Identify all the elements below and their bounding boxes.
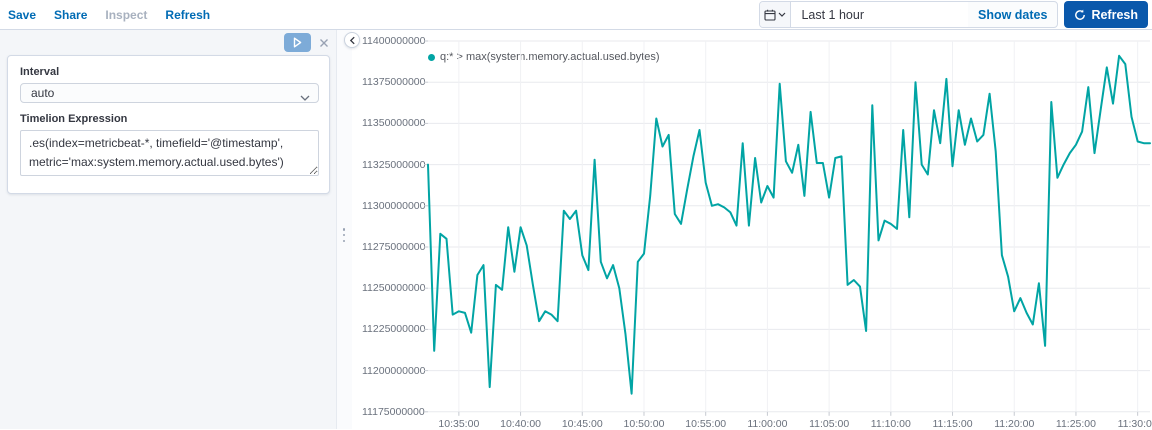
x-axis-tick-label: 11:15:00: [932, 417, 973, 430]
chevron-left-icon: [349, 36, 356, 45]
editor-card: Interval auto Timelion Expression .es(in…: [7, 55, 330, 194]
vertical-dots-icon: [342, 228, 346, 242]
timelion-chart-plot[interactable]: [352, 30, 1152, 429]
interval-select[interactable]: auto: [20, 83, 319, 103]
calendar-icon: [764, 9, 777, 21]
main-area: Interval auto Timelion Expression .es(in…: [0, 30, 1152, 430]
share-button[interactable]: Share: [54, 8, 87, 22]
editor-actions: [284, 33, 329, 52]
timelion-editor-panel: Interval auto Timelion Expression .es(in…: [0, 30, 337, 429]
interval-label: Interval: [20, 66, 60, 78]
expression-label: Timelion Expression: [20, 113, 128, 125]
x-axis-tick-label: 10:55:00: [685, 417, 727, 430]
x-icon: [319, 38, 329, 48]
chevron-down-icon: [778, 12, 786, 17]
x-axis-tick-label: 11:25:00: [1055, 417, 1096, 430]
close-panel-button[interactable]: [319, 38, 329, 48]
x-axis-tick-label: 10:45:00: [561, 417, 603, 430]
x-axis-tick-label: 11:05:00: [809, 417, 850, 430]
x-axis-tick-label: 11:00:00: [747, 417, 788, 430]
interval-selected-value: auto: [31, 86, 55, 100]
time-picker: Last 1 hour Show dates Refresh: [759, 1, 1148, 28]
x-axis-tick-label: 11:20:00: [994, 417, 1035, 430]
time-range-value[interactable]: Last 1 hour: [791, 2, 968, 27]
x-axis-tick-label: 10:35:00: [438, 417, 480, 430]
date-picker-group: Last 1 hour Show dates: [759, 1, 1059, 28]
refresh-query-button[interactable]: Refresh: [1064, 1, 1148, 28]
x-axis-tick-label: 11:30:00: [1117, 417, 1152, 430]
apply-expression-button[interactable]: [284, 33, 311, 52]
timelion-expression-input[interactable]: .es(index=metricbeat-*, timefield='@time…: [20, 130, 319, 176]
refresh-button-label: Refresh: [1091, 7, 1138, 22]
x-axis-tick-label: 11:10:00: [870, 417, 911, 430]
panel-resizer[interactable]: [337, 30, 352, 429]
refresh-link-button[interactable]: Refresh: [165, 8, 210, 22]
inspect-button[interactable]: Inspect: [105, 8, 147, 22]
app-nav-links: Save Share Inspect Refresh: [8, 0, 210, 30]
play-icon: [293, 37, 302, 48]
save-button[interactable]: Save: [8, 8, 36, 22]
refresh-icon: [1074, 9, 1086, 21]
x-axis-tick-label: 10:50:00: [623, 417, 665, 430]
show-dates-button[interactable]: Show dates: [968, 2, 1057, 27]
quick-select-button[interactable]: [760, 2, 792, 27]
x-axis-tick-label: 10:40:00: [500, 417, 541, 430]
top-toolbar: Save Share Inspect Refresh Last 1 hour S…: [0, 0, 1152, 30]
chevron-down-icon: [300, 90, 310, 104]
timelion-chart-pane: q:* > max(system.memory.actual.used.byte…: [352, 30, 1152, 430]
collapse-panel-button[interactable]: [344, 32, 360, 48]
